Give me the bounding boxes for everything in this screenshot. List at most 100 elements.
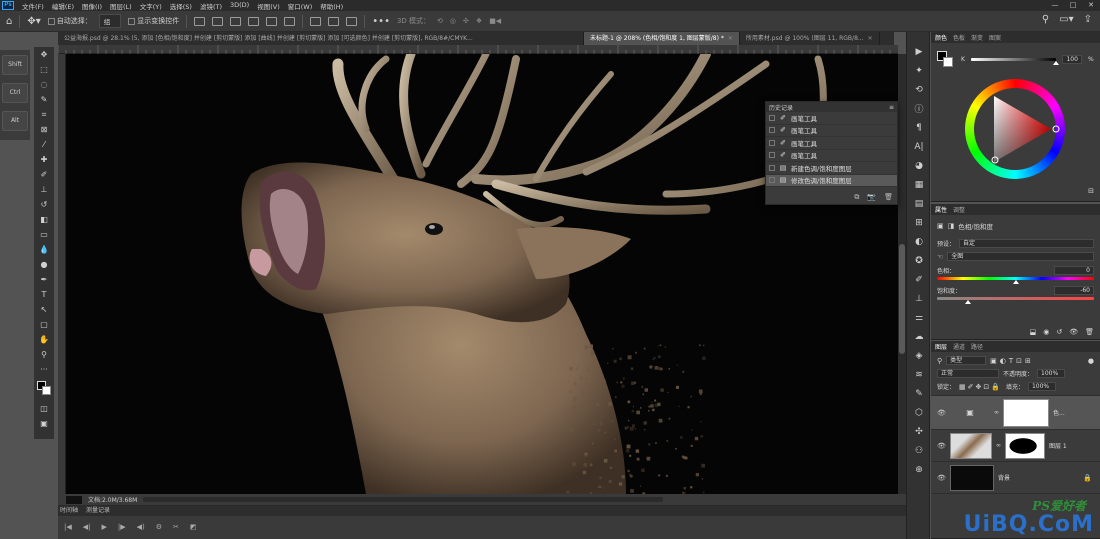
properties-icon[interactable]: ⚌ [907, 308, 931, 327]
fill-field[interactable]: 100% [1027, 382, 1056, 391]
history-source-checkbox[interactable] [769, 164, 775, 171]
color-wheel[interactable] [965, 79, 1065, 179]
blend-mode-dropdown[interactable]: 正常 [937, 369, 999, 378]
workspace-icon[interactable]: ▭▾ [1059, 14, 1073, 25]
3d-icon[interactable]: ⬡ [907, 403, 931, 422]
brush-tool-icon[interactable]: ✐ [34, 167, 54, 182]
hue-value-field[interactable]: 0 [1054, 266, 1094, 275]
layer-image-thumbnail[interactable] [950, 432, 992, 459]
gradient-icon[interactable]: ▤ [907, 194, 931, 213]
play-action-icon[interactable]: ▶ [907, 42, 931, 61]
new-document-from-state-icon[interactable]: ⧉ [854, 193, 859, 202]
layer-mask-thumbnail[interactable] [1005, 432, 1045, 459]
link-icon[interactable]: ∞ [994, 409, 999, 416]
layer-row-background[interactable]: 👁 背景 🔒 [931, 462, 1100, 494]
mask-icon[interactable]: ◨ [948, 222, 955, 230]
type-tool-icon[interactable]: T [34, 287, 54, 302]
tab-swatches[interactable]: 色板 [953, 33, 965, 42]
tab-layers[interactable]: 图层 [935, 342, 947, 351]
channel-dropdown[interactable]: 全图 [947, 252, 1094, 261]
k-slider-thumb[interactable] [1052, 60, 1059, 65]
visibility-eye-icon[interactable]: 👁 [937, 409, 946, 417]
play-icon[interactable]: ▶ [102, 523, 107, 531]
delete-state-icon[interactable]: 🗑 [884, 193, 893, 202]
align-middle-icon[interactable] [266, 16, 278, 26]
character-icon[interactable]: A| [907, 137, 931, 156]
previous-frame-icon[interactable]: ◀| [83, 523, 91, 531]
paths-icon[interactable]: ✎ [907, 384, 931, 403]
visibility-eye-icon[interactable]: 👁 [937, 442, 946, 450]
history-icon[interactable]: ⟲ [907, 80, 931, 99]
gradient-tool-icon[interactable]: ▭ [34, 227, 54, 242]
pattern-icon[interactable]: ⊞ [907, 213, 931, 232]
adjustments-icon[interactable]: ◐ [907, 232, 931, 251]
minimize-button[interactable]: — [1046, 0, 1064, 11]
home-icon[interactable]: ⌂ [6, 16, 12, 27]
audio-icon[interactable]: ◀) [137, 523, 145, 531]
hue-slider-thumb[interactable] [1012, 280, 1019, 284]
learn-icon[interactable]: ✣ [907, 422, 931, 441]
auto-select-checkbox[interactable]: 自动选择： [47, 16, 92, 26]
split-icon[interactable]: ✂ [173, 523, 179, 531]
saturation-value-field[interactable]: -60 [1054, 286, 1094, 295]
tab-material-doc[interactable]: 所用素材.psd @ 100% (图层 11, RGB/8... ✕ [740, 32, 880, 45]
visibility-icon[interactable]: 👁 [1069, 328, 1078, 336]
saturation-slider-thumb[interactable] [965, 300, 972, 304]
filter-toggle-icon[interactable]: ● [1088, 357, 1094, 365]
marquee-tool-icon[interactable]: ⬚ [34, 62, 54, 77]
eyedropper-tool-icon[interactable]: ⁄ [34, 137, 54, 152]
compass-icon[interactable]: ✦ [907, 61, 931, 80]
info-icon[interactable]: ⓘ [907, 99, 931, 118]
3d-rotate-icon[interactable]: ⟲ [437, 17, 443, 25]
menu-item-7[interactable]: 3D(D) [226, 1, 253, 11]
pen-tool-icon[interactable]: ✒ [34, 272, 54, 287]
path-select-icon[interactable]: ↖ [34, 302, 54, 317]
target-adjust-icon[interactable]: ☜ [937, 253, 943, 261]
history-state-row[interactable]: ✐ 画笔工具 [766, 137, 897, 150]
menu-item-5[interactable]: 选择(S) [166, 1, 196, 11]
color-panel-menu-icon[interactable]: ⊟ [1088, 187, 1094, 195]
settings-icon[interactable]: ⚙ [156, 523, 162, 531]
channels-icon[interactable]: ≋ [907, 365, 931, 384]
zoom-field[interactable] [66, 495, 82, 504]
dodge-tool-icon[interactable]: ● [34, 257, 54, 272]
crop-tool-icon[interactable]: ⌗ [34, 107, 54, 122]
align-bottom-icon[interactable] [284, 16, 296, 26]
clone-source-icon[interactable]: ⊥ [907, 289, 931, 308]
swatches-icon[interactable]: ▦ [907, 175, 931, 194]
history-state-row[interactable]: ▤ 新建色调/饱和度图层 [766, 162, 897, 175]
menu-item-8[interactable]: 视图(V) [253, 1, 284, 11]
layer-image-thumbnail[interactable] [950, 464, 994, 491]
eraser-tool-icon[interactable]: ◧ [34, 212, 54, 227]
tab-gradients[interactable]: 渐变 [971, 33, 983, 42]
background-color-swatch[interactable] [42, 386, 51, 395]
menu-item-0[interactable]: 文件(F) [18, 1, 48, 11]
close-tab-icon[interactable]: ✕ [868, 35, 873, 42]
distribute-icon[interactable] [310, 16, 322, 26]
close-tab-icon[interactable]: ✕ [728, 35, 733, 42]
layers-icon[interactable]: ◈ [907, 346, 931, 365]
hue-slider[interactable] [937, 277, 1094, 284]
auto-select-dropdown[interactable]: 组 [98, 14, 122, 28]
history-source-checkbox[interactable] [769, 114, 775, 121]
tab-measurement-log[interactable]: 测量记录 [86, 506, 110, 516]
menu-item-6[interactable]: 滤镜(T) [196, 1, 226, 11]
transition-icon[interactable]: ◩ [190, 523, 197, 531]
close-button[interactable]: ✕ [1082, 0, 1100, 11]
libraries-icon[interactable]: ☁ [907, 327, 931, 346]
hand-tool-icon[interactable]: ✋ [34, 332, 54, 347]
3d-camera-icon[interactable]: ■◀ [489, 17, 501, 25]
layer-mask-thumbnail[interactable] [1003, 398, 1049, 427]
3d-slide-icon[interactable]: ❖ [476, 17, 482, 25]
first-frame-icon[interactable]: |◀ [64, 523, 72, 531]
align-right-icon[interactable] [230, 16, 242, 26]
more-tools-icon[interactable]: ··· [34, 362, 54, 377]
menu-item-9[interactable]: 窗口(W) [284, 1, 317, 11]
tab-channels[interactable]: 通道 [953, 342, 965, 351]
lock-icons[interactable]: ▦✐✥⊡🔒 [959, 383, 1002, 391]
distribute-v-icon[interactable] [328, 16, 340, 26]
distribute-h-icon[interactable] [346, 16, 358, 26]
align-top-icon[interactable] [248, 16, 260, 26]
snapshot-icon[interactable]: 📷 [867, 193, 876, 202]
share-icon[interactable]: ⇪ [1084, 14, 1092, 25]
